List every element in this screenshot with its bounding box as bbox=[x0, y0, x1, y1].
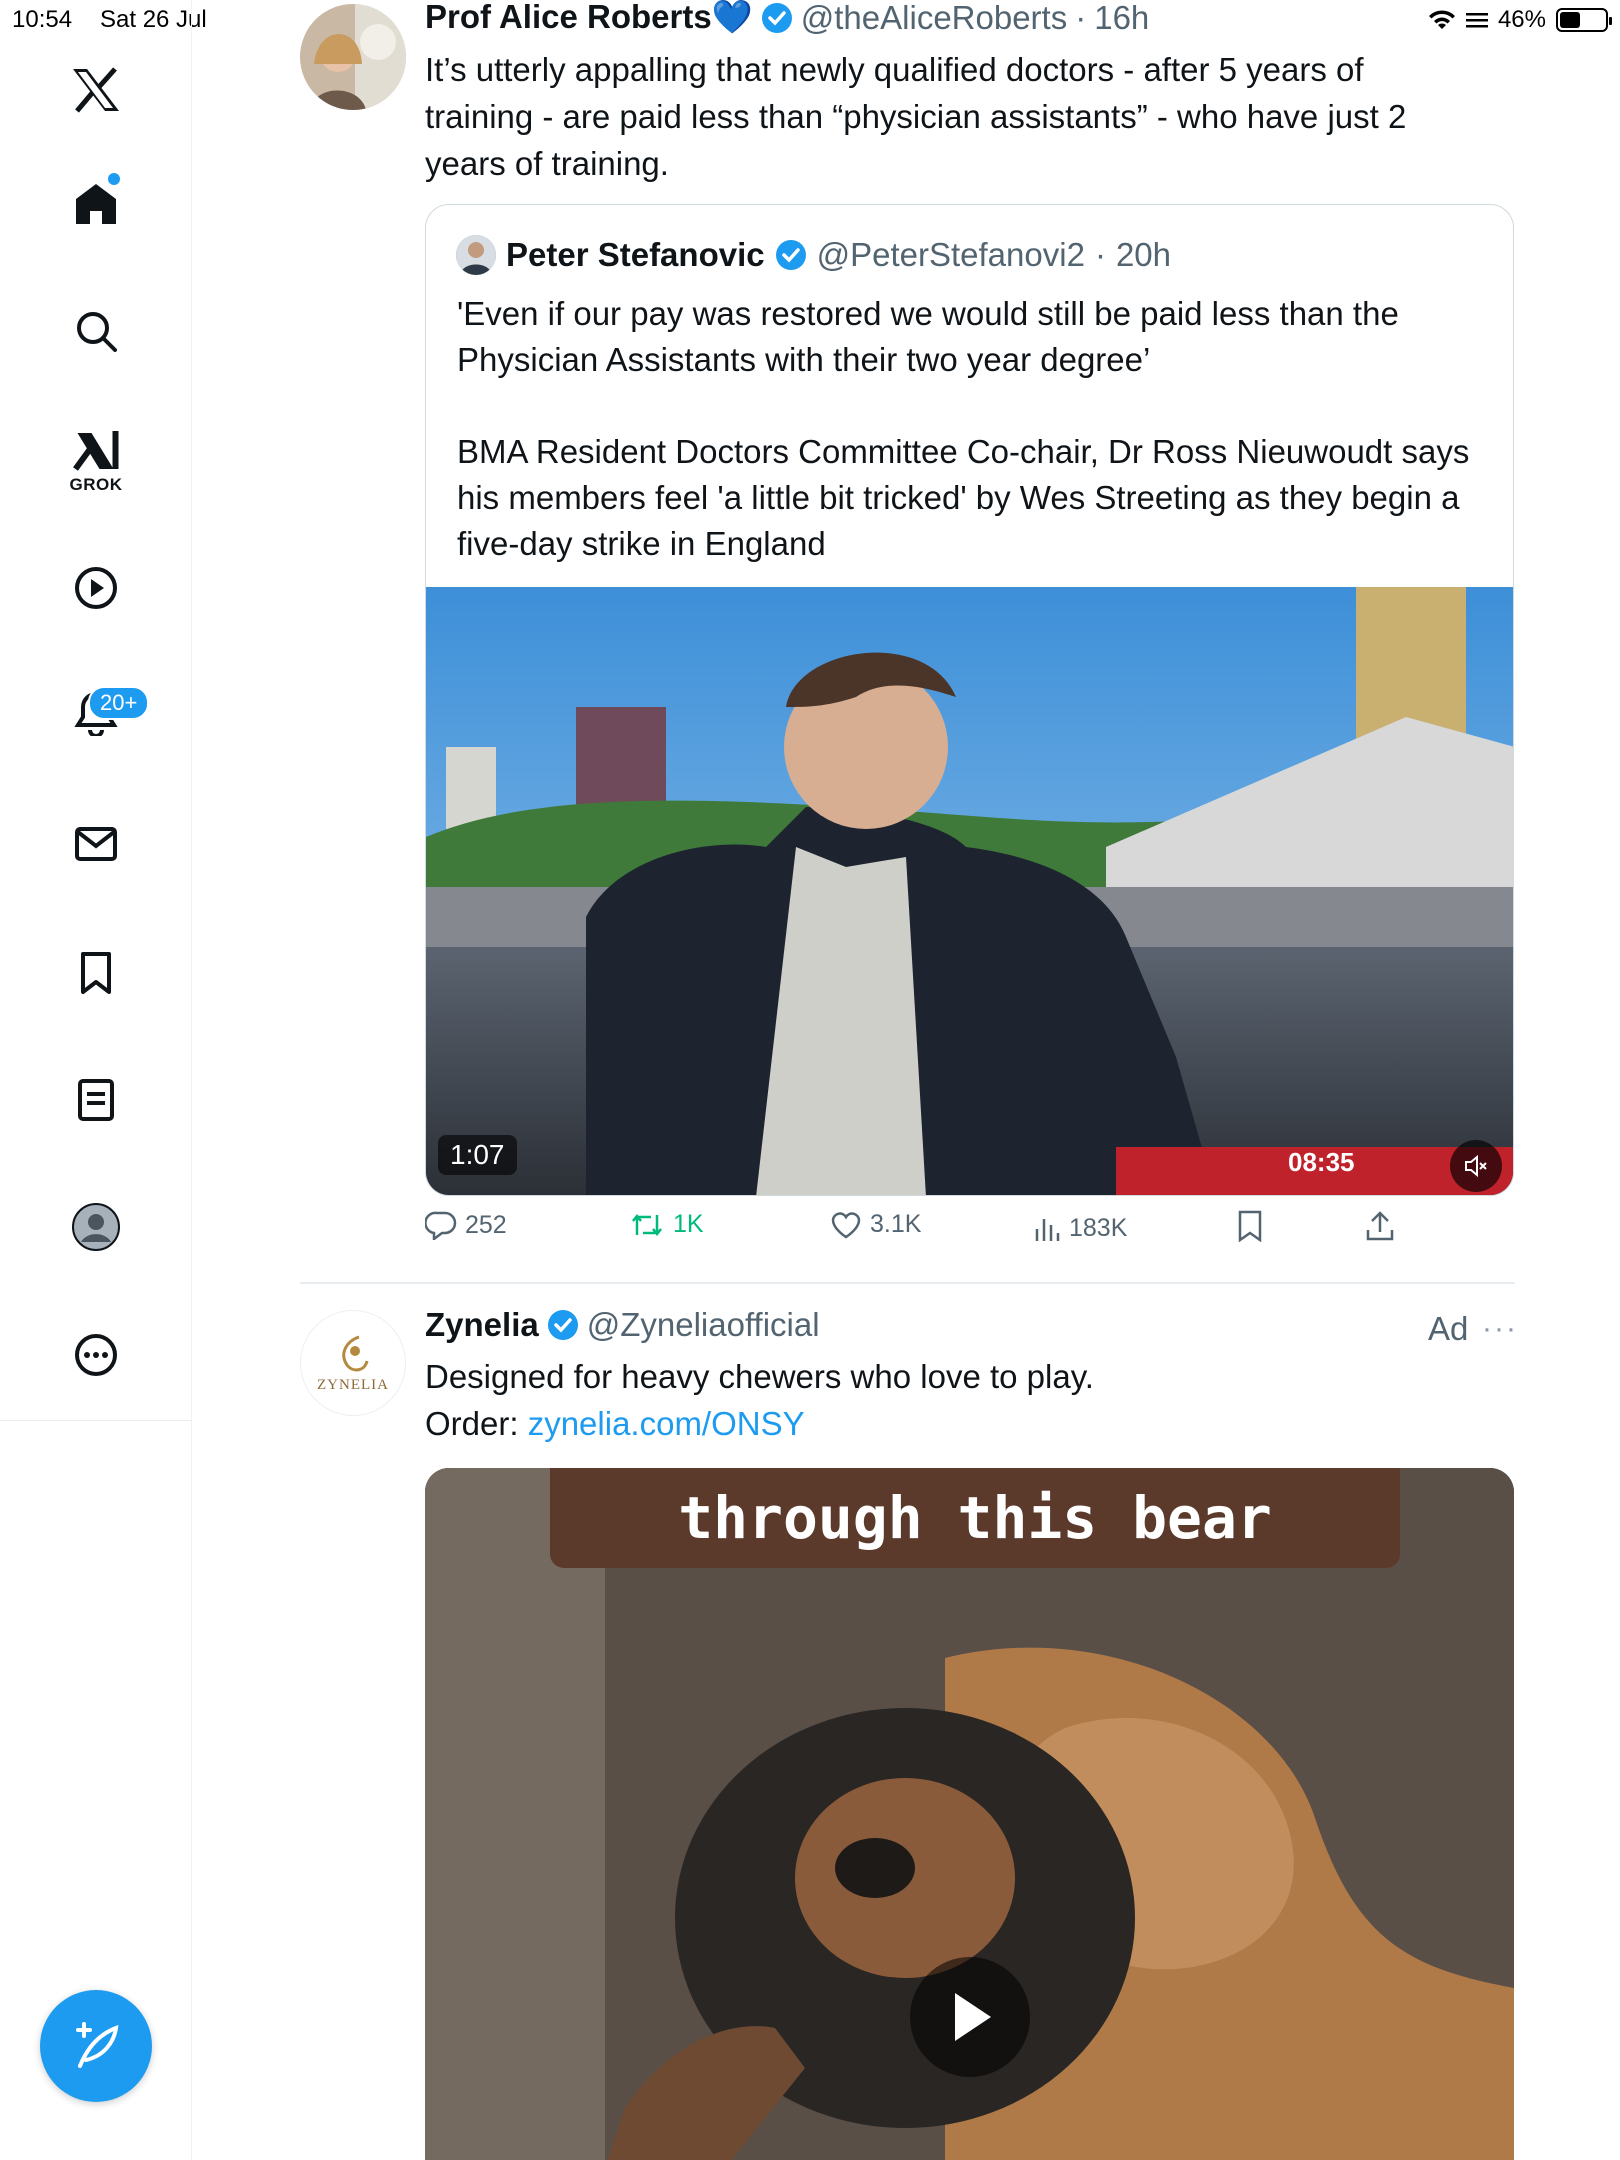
views-count: 183K bbox=[1069, 1214, 1128, 1242]
tweet-text-line: training - are paid less than “physician… bbox=[425, 98, 1407, 135]
quote-author-handle: @PeterStefanovi2 bbox=[816, 236, 1085, 273]
like-button[interactable]: 3.1K bbox=[830, 1210, 921, 1239]
play-button[interactable] bbox=[910, 1957, 1030, 2077]
x-logo-icon[interactable] bbox=[71, 67, 121, 113]
verified-badge-icon bbox=[775, 240, 806, 270]
quote-paragraph: BMA Resident Doctors Committee Co-chair,… bbox=[457, 433, 1470, 562]
author-avatar[interactable] bbox=[300, 4, 406, 110]
reply-icon bbox=[425, 1211, 457, 1240]
quote-author-line: Peter Stefanovic @PeterStefanovi2 · 20h bbox=[456, 235, 1171, 275]
wifi-icon bbox=[1428, 10, 1455, 29]
quote-paragraph: 'Even if our pay was restored we would s… bbox=[457, 295, 1399, 378]
advertiser-name[interactable]: Zynelia bbox=[425, 1306, 539, 1344]
mute-button[interactable] bbox=[1450, 1140, 1502, 1192]
more-circle-icon[interactable] bbox=[73, 1332, 119, 1378]
profile-icon[interactable] bbox=[71, 1202, 121, 1252]
share-icon bbox=[1366, 1211, 1394, 1241]
order-link[interactable]: zynelia.com/ONSY bbox=[528, 1405, 805, 1442]
quote-age: 20h bbox=[1115, 236, 1171, 273]
bookmark-icon bbox=[1238, 1210, 1262, 1242]
views-icon bbox=[1035, 1218, 1060, 1241]
mute-icon bbox=[1465, 1154, 1487, 1178]
grok-label: GROK bbox=[69, 475, 123, 494]
signal-list-icon bbox=[1465, 13, 1488, 28]
advertiser-avatar-text: ZYNELIA bbox=[317, 1376, 389, 1393]
like-count: 3.1K bbox=[870, 1210, 922, 1238]
sidebar-divider bbox=[0, 1420, 192, 1421]
tweet-text-line: It’s utterly appalling that newly qualif… bbox=[425, 51, 1364, 88]
video-clock: 08:35 bbox=[1288, 1147, 1355, 1177]
tweet-divider bbox=[300, 1282, 1515, 1284]
repost-count: 1K bbox=[673, 1210, 704, 1238]
verified-badge-icon bbox=[547, 1310, 578, 1340]
home-unread-dot bbox=[108, 173, 120, 185]
battery-percent: 46% bbox=[1497, 6, 1546, 33]
author-name[interactable]: Prof Alice Roberts💙 bbox=[425, 0, 753, 37]
author-handle[interactable]: @theAliceRoberts bbox=[801, 0, 1067, 37]
ad-text: Designed for heavy chewers who love to p… bbox=[425, 1353, 1505, 1447]
reply-button[interactable]: 252 bbox=[425, 1210, 507, 1240]
advertiser-avatar[interactable]: ZYNELIA bbox=[300, 1310, 406, 1416]
repost-button[interactable]: 1K bbox=[629, 1210, 704, 1239]
video-caption-text: through this bear bbox=[678, 1484, 1272, 1552]
ad-video[interactable]: through this bear bbox=[425, 1468, 1514, 2160]
share-button[interactable] bbox=[1365, 1210, 1395, 1242]
verified-badge-icon bbox=[761, 2, 792, 33]
ad-author-line: Zynelia @Zyneliaofficial bbox=[425, 1306, 820, 1344]
ad-text-line: Designed for heavy chewers who love to p… bbox=[425, 1358, 1094, 1395]
notifications-badge: 20+ bbox=[88, 686, 150, 720]
bookmark-button[interactable] bbox=[1237, 1210, 1263, 1242]
play-circle-icon[interactable] bbox=[73, 565, 119, 611]
compose-feather-icon bbox=[76, 2022, 119, 2068]
views-button[interactable]: 183K bbox=[1033, 1214, 1127, 1243]
order-prefix: Order: bbox=[425, 1405, 528, 1442]
quote-avatar bbox=[456, 235, 496, 275]
status-right: 46% bbox=[1428, 6, 1612, 34]
play-icon bbox=[955, 1993, 991, 2041]
heart-icon bbox=[831, 1211, 861, 1238]
tweet-age[interactable]: 16h bbox=[1094, 0, 1149, 37]
tweet-author-line: Prof Alice Roberts💙 @theAliceRoberts · 1… bbox=[425, 0, 1149, 37]
tweet-text-line: years of training. bbox=[425, 145, 669, 182]
ad-order-line: Order: zynelia.com/ONSY bbox=[425, 1400, 1505, 1447]
list-icon[interactable] bbox=[77, 1078, 115, 1122]
sidebar: GROK 20+ bbox=[0, 0, 192, 2160]
ad-label: Ad bbox=[1428, 1310, 1469, 1347]
bookmark-icon[interactable] bbox=[79, 951, 113, 995]
quote-author-name: Peter Stefanovic bbox=[506, 236, 765, 273]
quote-text: 'Even if our pay was restored we would s… bbox=[457, 291, 1487, 613]
dot-separator: · bbox=[1094, 236, 1106, 273]
home-icon[interactable] bbox=[73, 181, 119, 227]
quoted-tweet[interactable]: Peter Stefanovic @PeterStefanovi2 · 20h … bbox=[425, 204, 1514, 1196]
mail-icon[interactable] bbox=[74, 826, 118, 862]
compose-button[interactable] bbox=[40, 1990, 152, 2102]
quote-video[interactable]: 1:07 08:35 bbox=[426, 587, 1513, 1195]
advertiser-handle[interactable]: @Zyneliaofficial bbox=[587, 1306, 820, 1344]
dot-separator: · bbox=[1075, 0, 1087, 36]
zynelia-logo-icon bbox=[342, 1335, 369, 1371]
video-duration: 1:07 bbox=[438, 1135, 517, 1175]
video-caption: through this bear bbox=[550, 1468, 1400, 1568]
tweet-actions: 252 1K 3.1K 183K bbox=[425, 1210, 1515, 1260]
battery-icon bbox=[1556, 8, 1612, 32]
search-icon[interactable] bbox=[74, 309, 118, 353]
video-frame bbox=[426, 587, 1513, 1195]
reply-count: 252 bbox=[465, 1210, 507, 1239]
ad-more-button[interactable]: ··· bbox=[1482, 1312, 1518, 1346]
tweet-text: It’s utterly appalling that newly qualif… bbox=[425, 46, 1525, 187]
repost-icon bbox=[632, 1213, 662, 1236]
grok-icon[interactable]: GROK bbox=[70, 429, 123, 495]
